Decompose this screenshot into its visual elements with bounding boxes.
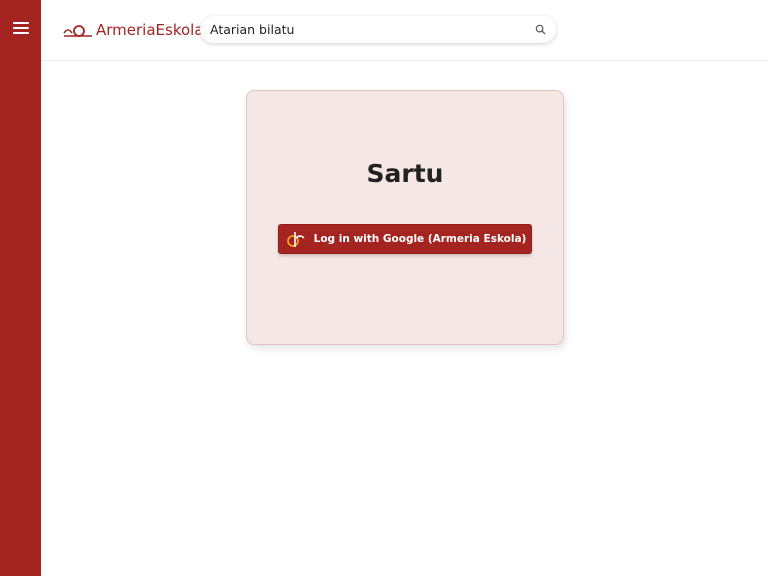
login-title: Sartu (366, 159, 444, 188)
search-input[interactable] (210, 16, 520, 43)
armeria-google-icon (286, 232, 305, 247)
google-login-button[interactable]: Log in with Google (Armeria Eskola) (278, 224, 532, 254)
logo-text: ArmeriaEskola (96, 21, 204, 39)
search-box (200, 16, 556, 43)
hamburger-menu-icon[interactable] (13, 22, 29, 35)
login-card: Sartu Log in with Google (Armeria Eskola… (246, 90, 564, 345)
top-bar: ArmeriaEskola x (41, 0, 768, 61)
google-login-label: Log in with Google (Armeria Eskola) (313, 233, 527, 245)
search-icon[interactable] (535, 24, 546, 35)
site-logo[interactable]: ArmeriaEskola x (63, 18, 210, 42)
armeria-logo-mark-icon (63, 25, 92, 37)
sidebar (0, 0, 41, 576)
